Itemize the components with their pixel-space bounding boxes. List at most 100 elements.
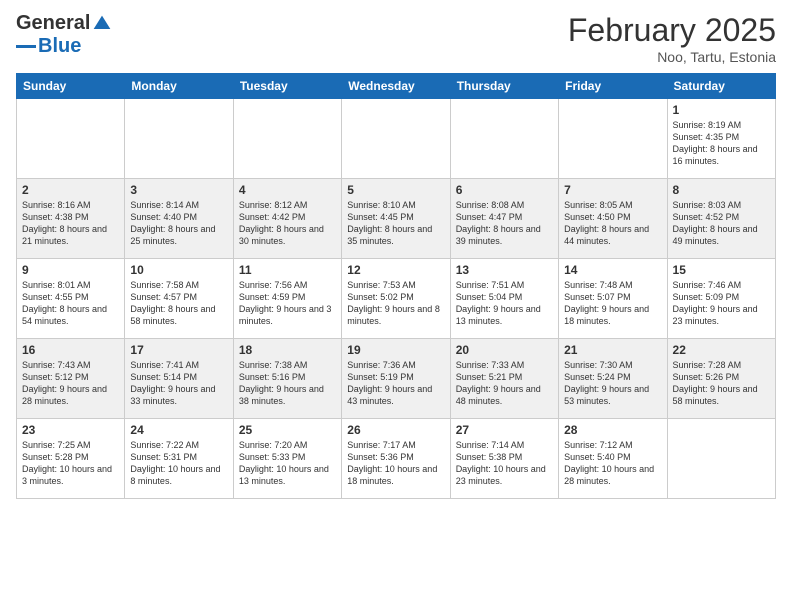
day-number: 6 [456, 183, 553, 197]
day-number: 15 [673, 263, 770, 277]
table-row: 26 Sunrise: 7:17 AM Sunset: 5:36 PM Dayli… [342, 419, 450, 499]
day-info: Sunrise: 7:28 AM Sunset: 5:26 PM Dayligh… [673, 359, 770, 408]
day-info: Sunrise: 7:30 AM Sunset: 5:24 PM Dayligh… [564, 359, 661, 408]
calendar-week-row: 16 Sunrise: 7:43 AM Sunset: 5:12 PM Dayli… [17, 339, 776, 419]
day-info: Sunrise: 7:53 AM Sunset: 5:02 PM Dayligh… [347, 279, 444, 328]
day-number: 10 [130, 263, 227, 277]
table-row [17, 99, 125, 179]
table-row: 28 Sunrise: 7:12 AM Sunset: 5:40 PM Dayli… [559, 419, 667, 499]
calendar-header-row: Sunday Monday Tuesday Wednesday Thursday… [17, 74, 776, 99]
table-row [125, 99, 233, 179]
day-number: 21 [564, 343, 661, 357]
day-info: Sunrise: 8:16 AM Sunset: 4:38 PM Dayligh… [22, 199, 119, 248]
day-info: Sunrise: 7:20 AM Sunset: 5:33 PM Dayligh… [239, 439, 336, 488]
day-number: 27 [456, 423, 553, 437]
day-info: Sunrise: 7:51 AM Sunset: 5:04 PM Dayligh… [456, 279, 553, 328]
table-row: 19 Sunrise: 7:36 AM Sunset: 5:19 PM Dayli… [342, 339, 450, 419]
day-info: Sunrise: 7:58 AM Sunset: 4:57 PM Dayligh… [130, 279, 227, 328]
day-info: Sunrise: 7:14 AM Sunset: 5:38 PM Dayligh… [456, 439, 553, 488]
table-row: 10 Sunrise: 7:58 AM Sunset: 4:57 PM Dayli… [125, 259, 233, 339]
header-sunday: Sunday [17, 74, 125, 99]
table-row [559, 99, 667, 179]
day-info: Sunrise: 8:03 AM Sunset: 4:52 PM Dayligh… [673, 199, 770, 248]
table-row: 9Sunrise: 8:01 AM Sunset: 4:55 PM Daylig… [17, 259, 125, 339]
day-info: Sunrise: 8:12 AM Sunset: 4:42 PM Dayligh… [239, 199, 336, 248]
calendar-week-row: 2 Sunrise: 8:16 AM Sunset: 4:38 PM Daylig… [17, 179, 776, 259]
table-row: 12 Sunrise: 7:53 AM Sunset: 5:02 PM Dayli… [342, 259, 450, 339]
day-number: 5 [347, 183, 444, 197]
table-row [450, 99, 558, 179]
logo-general-text: General [16, 12, 90, 35]
table-row: 23Sunrise: 7:25 AM Sunset: 5:28 PM Dayli… [17, 419, 125, 499]
day-number: 20 [456, 343, 553, 357]
day-number: 13 [456, 263, 553, 277]
day-info: Sunrise: 7:48 AM Sunset: 5:07 PM Dayligh… [564, 279, 661, 328]
table-row: 2 Sunrise: 8:16 AM Sunset: 4:38 PM Daylig… [17, 179, 125, 259]
table-row: 7 Sunrise: 8:05 AM Sunset: 4:50 PM Daylig… [559, 179, 667, 259]
header-wednesday: Wednesday [342, 74, 450, 99]
day-info: Sunrise: 7:43 AM Sunset: 5:12 PM Dayligh… [22, 359, 119, 408]
day-number: 7 [564, 183, 661, 197]
page-container: General Blue February 2025 Noo, Tartu, E… [0, 0, 792, 507]
day-number: 25 [239, 423, 336, 437]
day-number: 2 [22, 183, 119, 197]
day-info: Sunrise: 7:38 AM Sunset: 5:16 PM Dayligh… [239, 359, 336, 408]
table-row: 11 Sunrise: 7:56 AM Sunset: 4:59 PM Dayli… [233, 259, 341, 339]
table-row: 27 Sunrise: 7:14 AM Sunset: 5:38 PM Dayli… [450, 419, 558, 499]
table-row: 4Sunrise: 8:12 AM Sunset: 4:42 PM Daylig… [233, 179, 341, 259]
day-info: Sunrise: 7:17 AM Sunset: 5:36 PM Dayligh… [347, 439, 444, 488]
day-info: Sunrise: 7:33 AM Sunset: 5:21 PM Dayligh… [456, 359, 553, 408]
table-row: 6 Sunrise: 8:08 AM Sunset: 4:47 PM Daylig… [450, 179, 558, 259]
day-info: Sunrise: 8:08 AM Sunset: 4:47 PM Dayligh… [456, 199, 553, 248]
table-row: 22Sunrise: 7:28 AM Sunset: 5:26 PM Dayli… [667, 339, 775, 419]
day-info: Sunrise: 8:05 AM Sunset: 4:50 PM Dayligh… [564, 199, 661, 248]
month-title: February 2025 [568, 12, 776, 49]
table-row [667, 419, 775, 499]
day-number: 14 [564, 263, 661, 277]
table-row: 3 Sunrise: 8:14 AM Sunset: 4:40 PM Daylig… [125, 179, 233, 259]
day-number: 16 [22, 343, 119, 357]
table-row: 8Sunrise: 8:03 AM Sunset: 4:52 PM Daylig… [667, 179, 775, 259]
table-row: 14 Sunrise: 7:48 AM Sunset: 5:07 PM Dayli… [559, 259, 667, 339]
day-info: Sunrise: 7:12 AM Sunset: 5:40 PM Dayligh… [564, 439, 661, 488]
day-number: 23 [22, 423, 119, 437]
header-thursday: Thursday [450, 74, 558, 99]
calendar-table: Sunday Monday Tuesday Wednesday Thursday… [16, 73, 776, 499]
day-number: 1 [673, 103, 770, 117]
table-row: 15 Sunrise: 7:46 AM Sunset: 5:09 PM Dayli… [667, 259, 775, 339]
table-row: 21 Sunrise: 7:30 AM Sunset: 5:24 PM Dayli… [559, 339, 667, 419]
day-number: 12 [347, 263, 444, 277]
day-info: Sunrise: 7:56 AM Sunset: 4:59 PM Dayligh… [239, 279, 336, 328]
day-number: 26 [347, 423, 444, 437]
day-number: 11 [239, 263, 336, 277]
day-info: Sunrise: 7:36 AM Sunset: 5:19 PM Dayligh… [347, 359, 444, 408]
day-info: Sunrise: 7:46 AM Sunset: 5:09 PM Dayligh… [673, 279, 770, 328]
calendar-week-row: 9Sunrise: 8:01 AM Sunset: 4:55 PM Daylig… [17, 259, 776, 339]
table-row: 1 Sunrise: 8:19 AM Sunset: 4:35 PM Daylig… [667, 99, 775, 179]
header-saturday: Saturday [667, 74, 775, 99]
day-number: 28 [564, 423, 661, 437]
day-info: Sunrise: 7:41 AM Sunset: 5:14 PM Dayligh… [130, 359, 227, 408]
table-row: 20 Sunrise: 7:33 AM Sunset: 5:21 PM Dayli… [450, 339, 558, 419]
day-number: 24 [130, 423, 227, 437]
calendar-week-row: 23Sunrise: 7:25 AM Sunset: 5:28 PM Dayli… [17, 419, 776, 499]
logo: General Blue [16, 12, 112, 58]
calendar-week-row: 1 Sunrise: 8:19 AM Sunset: 4:35 PM Daylig… [17, 99, 776, 179]
table-row: 18 Sunrise: 7:38 AM Sunset: 5:16 PM Dayli… [233, 339, 341, 419]
day-number: 19 [347, 343, 444, 357]
table-row: 16 Sunrise: 7:43 AM Sunset: 5:12 PM Dayli… [17, 339, 125, 419]
day-number: 3 [130, 183, 227, 197]
table-row: 13 Sunrise: 7:51 AM Sunset: 5:04 PM Dayli… [450, 259, 558, 339]
header: General Blue February 2025 Noo, Tartu, E… [16, 12, 776, 65]
table-row [233, 99, 341, 179]
day-info: Sunrise: 7:22 AM Sunset: 5:31 PM Dayligh… [130, 439, 227, 488]
table-row: 25 Sunrise: 7:20 AM Sunset: 5:33 PM Dayli… [233, 419, 341, 499]
day-info: Sunrise: 8:19 AM Sunset: 4:35 PM Dayligh… [673, 119, 770, 168]
table-row [342, 99, 450, 179]
day-number: 9 [22, 263, 119, 277]
day-info: Sunrise: 8:14 AM Sunset: 4:40 PM Dayligh… [130, 199, 227, 248]
table-row: 24 Sunrise: 7:22 AM Sunset: 5:31 PM Dayli… [125, 419, 233, 499]
logo-icon [92, 14, 112, 34]
day-number: 18 [239, 343, 336, 357]
day-number: 17 [130, 343, 227, 357]
